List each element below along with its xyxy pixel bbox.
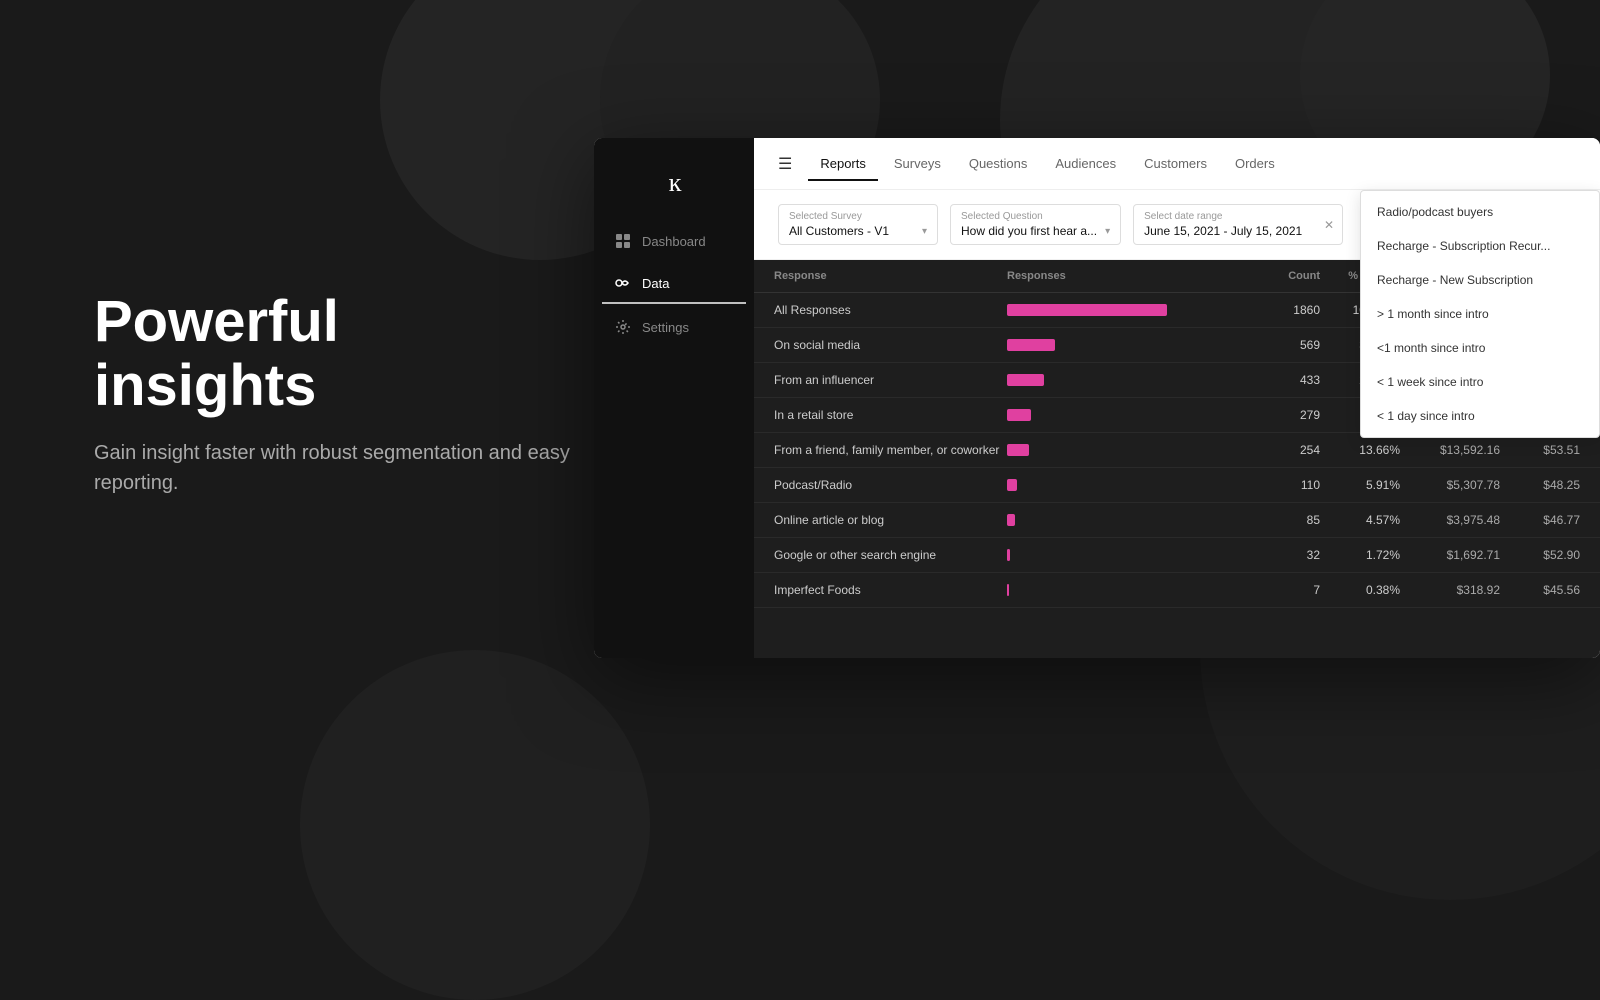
question-filter[interactable]: Selected Question How did you first hear… [950, 204, 1121, 245]
cell-count: 569 [1240, 338, 1320, 352]
cell-extra1: $1,692.71 [1400, 548, 1500, 562]
cell-bar [1007, 407, 1240, 423]
survey-filter-value: All Customers - V1 ▾ [789, 224, 927, 238]
dropdown-item-1[interactable]: Recharge - Subscription Recur... [1361, 229, 1599, 263]
cell-pct: 4.57% [1320, 513, 1400, 527]
cell-response: From a friend, family member, or coworke… [774, 443, 1007, 457]
cell-bar [1007, 337, 1240, 353]
tab-audiences[interactable]: Audiences [1043, 148, 1128, 181]
bg-decoration-5 [300, 650, 650, 1000]
table-row[interactable]: Online article or blog 85 4.57% $3,975.4… [754, 503, 1600, 538]
sidebar-dashboard-label: Dashboard [642, 234, 706, 249]
sidebar-logo: ĸ [594, 158, 754, 222]
cell-pct: 1.72% [1320, 548, 1400, 562]
top-bar: ☰ Reports Surveys Questions Audiences Cu… [754, 138, 1600, 190]
date-range-value: June 15, 2021 - July 15, 2021 [1144, 224, 1332, 238]
cell-bar [1007, 302, 1240, 318]
survey-filter[interactable]: Selected Survey All Customers - V1 ▾ [778, 204, 938, 245]
cell-count: 254 [1240, 443, 1320, 457]
cell-response: Podcast/Radio [774, 478, 1007, 492]
cell-bar [1007, 582, 1240, 598]
dashboard-icon [614, 232, 632, 250]
cell-bar [1007, 442, 1240, 458]
table-row[interactable]: Google or other search engine 32 1.72% $… [754, 538, 1600, 573]
question-filter-label: Selected Question [961, 211, 1110, 222]
cell-response: In a retail store [774, 408, 1007, 422]
cell-extra2: $46.77 [1500, 513, 1580, 527]
settings-icon [614, 318, 632, 336]
tab-orders[interactable]: Orders [1223, 148, 1287, 181]
logo-icon: ĸ [669, 168, 680, 198]
cell-response: Google or other search engine [774, 548, 1007, 562]
survey-filter-label: Selected Survey [789, 211, 927, 222]
cell-bar [1007, 547, 1240, 563]
hero-title: Powerful insights [94, 290, 574, 418]
cell-count: 433 [1240, 373, 1320, 387]
date-range-filter[interactable]: Select date range June 15, 2021 - July 1… [1133, 204, 1343, 245]
sidebar: ĸ Dashboard [594, 138, 754, 658]
cell-extra1: $3,975.48 [1400, 513, 1500, 527]
sidebar-settings-label: Settings [642, 320, 689, 335]
cell-count: 32 [1240, 548, 1320, 562]
dropdown-item-0[interactable]: Radio/podcast buyers [1361, 195, 1599, 229]
cell-count: 1860 [1240, 303, 1320, 317]
cell-extra1: $5,307.78 [1400, 478, 1500, 492]
dropdown-menu: Radio/podcast buyers Recharge - Subscrip… [1360, 190, 1600, 438]
dropdown-item-6[interactable]: < 1 day since intro [1361, 399, 1599, 433]
sidebar-item-data[interactable]: Data [602, 264, 746, 304]
cell-bar [1007, 512, 1240, 528]
sidebar-nav: Dashboard Data Settings [594, 222, 754, 346]
cell-response: Online article or blog [774, 513, 1007, 527]
cell-extra2: $45.56 [1500, 583, 1580, 597]
col-header-count: Count [1240, 270, 1320, 282]
hero-subtitle: Gain insight faster with robust segmenta… [94, 438, 574, 498]
cell-extra1: $13,592.16 [1400, 443, 1500, 457]
question-dropdown-arrow: ▾ [1105, 226, 1110, 237]
cell-count: 110 [1240, 478, 1320, 492]
cell-extra2: $53.51 [1500, 443, 1580, 457]
tab-questions[interactable]: Questions [957, 148, 1040, 181]
tab-reports[interactable]: Reports [808, 148, 878, 181]
sidebar-item-settings[interactable]: Settings [602, 308, 746, 346]
main-content: ☰ Reports Surveys Questions Audiences Cu… [754, 138, 1600, 658]
cell-response: On social media [774, 338, 1007, 352]
cell-response: All Responses [774, 303, 1007, 317]
filters-row: Selected Survey All Customers - V1 ▾ Sel… [754, 190, 1600, 260]
data-icon [614, 274, 632, 292]
cell-pct: 5.91% [1320, 478, 1400, 492]
cell-count: 279 [1240, 408, 1320, 422]
cell-bar [1007, 477, 1240, 493]
question-filter-value: How did you first hear a... ▾ [961, 224, 1110, 238]
table-row[interactable]: Podcast/Radio 110 5.91% $5,307.78 $48.25 [754, 468, 1600, 503]
cell-response: From an influencer [774, 373, 1007, 387]
tab-surveys[interactable]: Surveys [882, 148, 953, 181]
table-row[interactable]: From a friend, family member, or coworke… [754, 433, 1600, 468]
app-window: ĸ Dashboard [594, 138, 1600, 658]
cell-count: 7 [1240, 583, 1320, 597]
date-range-close-icon[interactable]: ✕ [1324, 218, 1334, 232]
dropdown-item-5[interactable]: < 1 week since intro [1361, 365, 1599, 399]
cell-pct: 0.38% [1320, 583, 1400, 597]
survey-dropdown-arrow: ▾ [922, 226, 927, 237]
sidebar-item-dashboard[interactable]: Dashboard [602, 222, 746, 260]
cell-extra2: $52.90 [1500, 548, 1580, 562]
table-row[interactable]: Imperfect Foods 7 0.38% $318.92 $45.56 [754, 573, 1600, 608]
hero-section: Powerful insights Gain insight faster wi… [94, 290, 574, 498]
sidebar-data-label: Data [642, 276, 669, 291]
dropdown-item-4[interactable]: <1 month since intro [1361, 331, 1599, 365]
dropdown-item-2[interactable]: Recharge - New Subscription [1361, 263, 1599, 297]
col-header-responses: Responses [1007, 270, 1240, 282]
date-range-label: Select date range [1144, 211, 1332, 222]
tab-customers[interactable]: Customers [1132, 148, 1219, 181]
hamburger-icon[interactable]: ☰ [778, 154, 792, 174]
cell-count: 85 [1240, 513, 1320, 527]
cell-bar [1007, 372, 1240, 388]
cell-response: Imperfect Foods [774, 583, 1007, 597]
cell-extra1: $318.92 [1400, 583, 1500, 597]
dropdown-item-3[interactable]: > 1 month since intro [1361, 297, 1599, 331]
cell-extra2: $48.25 [1500, 478, 1580, 492]
cell-pct: 13.66% [1320, 443, 1400, 457]
col-header-response: Response [774, 270, 1007, 282]
